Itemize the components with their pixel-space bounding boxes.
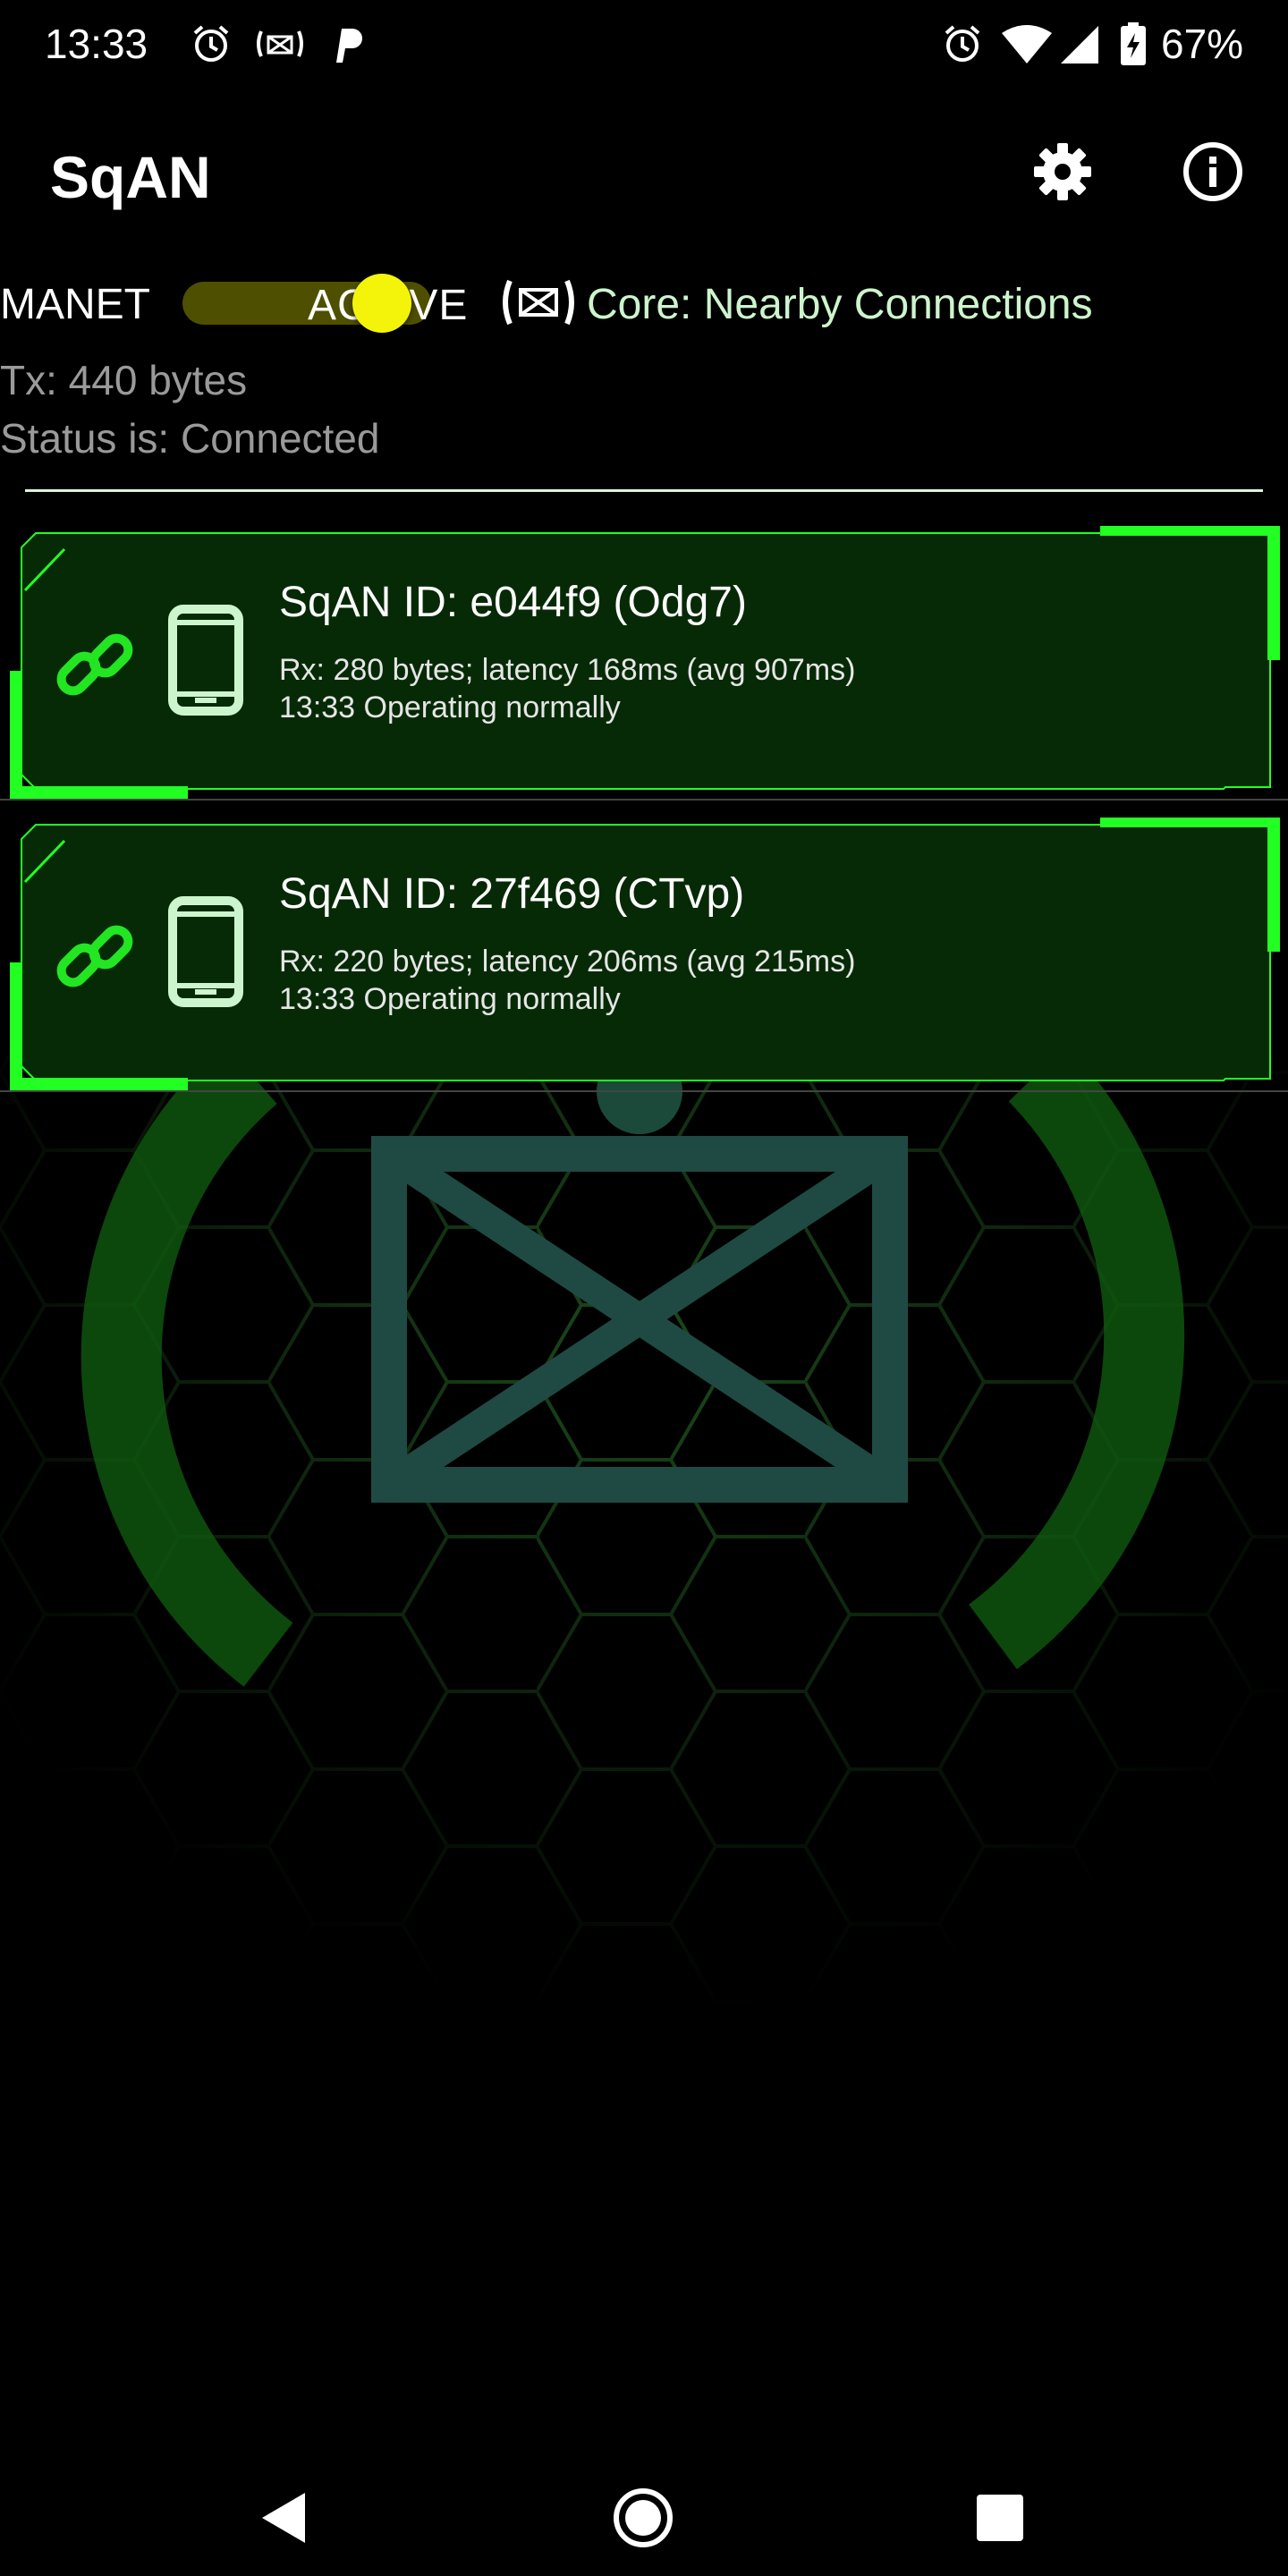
row-separator <box>0 1090 1288 1092</box>
app-title: SqAN <box>50 144 211 210</box>
p-icon <box>331 21 367 66</box>
toggle-thumb[interactable] <box>352 274 411 333</box>
peer-status: 13:33 Operating normally <box>279 982 621 1016</box>
peer-card[interactable]: SqAN ID: e044f9 (Odg7) Rx: 280 bytes; la… <box>0 526 1288 812</box>
back-icon <box>262 2493 305 2543</box>
peer-rx-stats: Rx: 220 bytes; latency 206ms (avg 215ms) <box>279 945 856 979</box>
core-label: Core: Nearby Connections <box>587 281 1093 328</box>
nearby-connections-icon <box>501 275 576 334</box>
peer-id: SqAN ID: e044f9 (Odg7) <box>279 579 747 626</box>
info-button[interactable] <box>1177 136 1249 208</box>
row-separator <box>0 799 1288 801</box>
phone-icon <box>168 896 243 1012</box>
alarm-icon <box>941 21 984 66</box>
status-bar: 13:33 67% <box>0 0 1288 89</box>
link-icon <box>54 624 136 711</box>
home-icon <box>614 2488 673 2547</box>
settings-button[interactable] <box>1027 136 1098 208</box>
peer-status: 13:33 Operating normally <box>279 691 621 724</box>
back-button[interactable] <box>243 2478 324 2558</box>
connection-status: Status is: Connected <box>0 415 380 462</box>
divider <box>25 489 1263 492</box>
manet-label: MANET <box>0 281 150 328</box>
peer-card[interactable]: SqAN ID: 27f469 (CTvp) Rx: 220 bytes; la… <box>0 818 1288 1104</box>
active-toggle[interactable]: ACTIVE <box>182 274 467 333</box>
battery-charging-icon <box>1120 21 1147 66</box>
peer-rx-stats: Rx: 280 bytes; latency 168ms (avg 907ms) <box>279 653 856 687</box>
navigation-bar <box>0 2451 1288 2576</box>
alarm-icon <box>190 21 233 66</box>
battery-percent: 67% <box>1161 21 1244 67</box>
gear-icon <box>1034 143 1091 200</box>
status-time: 13:33 <box>45 21 148 67</box>
tx-bytes: Tx: 440 bytes <box>0 357 248 403</box>
recents-icon <box>977 2495 1023 2541</box>
wifi-icon <box>1002 21 1052 66</box>
recents-button[interactable] <box>960 2478 1040 2558</box>
info-icon <box>1183 142 1242 201</box>
peer-id: SqAN ID: 27f469 (CTvp) <box>279 870 745 918</box>
nearby-connections-icon <box>256 21 304 66</box>
home-button[interactable] <box>603 2478 683 2558</box>
phone-icon <box>168 605 243 720</box>
link-icon <box>54 916 136 1003</box>
cell-signal-icon <box>1059 21 1100 66</box>
